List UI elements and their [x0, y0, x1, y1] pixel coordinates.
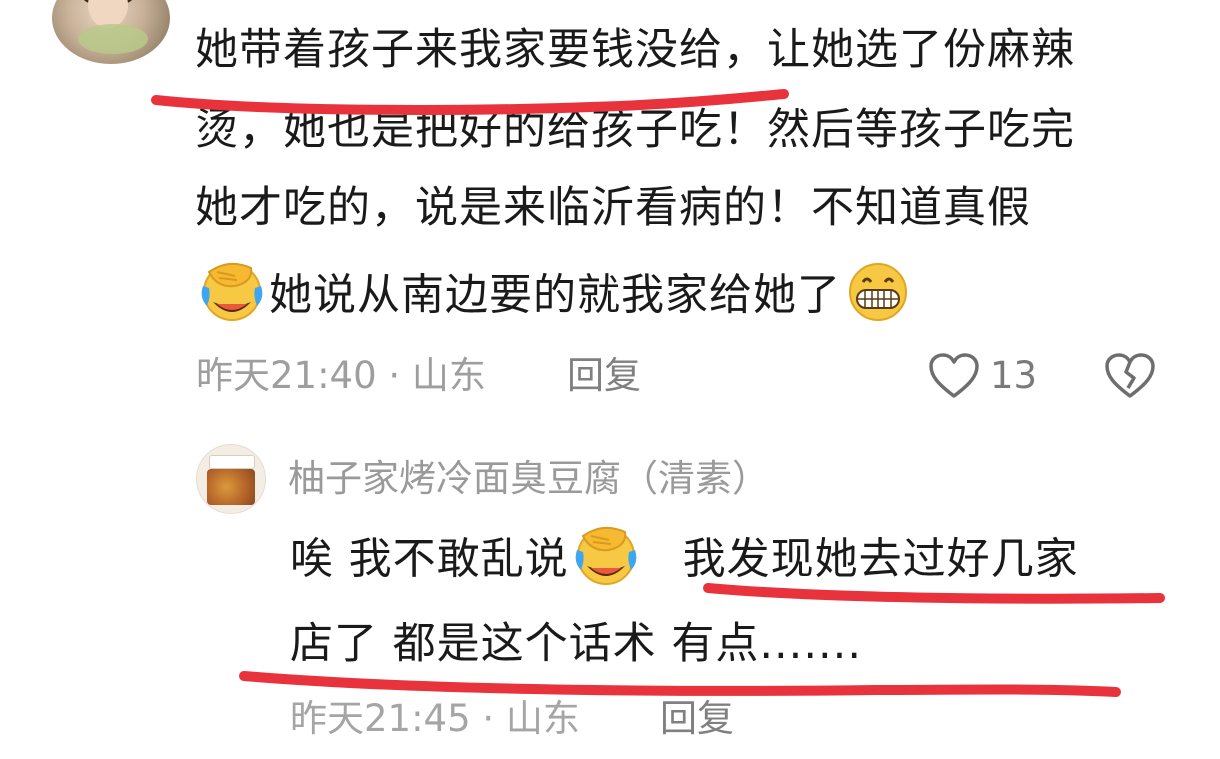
avatar[interactable] — [52, 0, 170, 64]
comment-line-4: 她说从南边要的就我家给她了 — [195, 258, 915, 338]
avatar-box-food — [207, 469, 255, 505]
heart-icon[interactable] — [928, 352, 980, 400]
reply-avatar[interactable] — [196, 444, 266, 514]
comment-line-4-text: 她说从南边要的就我家给她了 — [269, 270, 841, 321]
comment-timestamp: 昨天21:40 · 山东 — [196, 354, 486, 397]
reply-button[interactable]: 回复 — [567, 351, 641, 401]
reply-line-1-text-a: 唉 我不敢乱说 — [290, 534, 569, 585]
reply-line-1-text-b: 我发现她去过好几家 — [682, 534, 1079, 585]
reply-timestamp: 昨天21:45 · 山东 — [290, 697, 580, 740]
comment-line-3: 她才吃的，说是来临沂看病的！不知道真假 — [195, 183, 1031, 233]
avatar-scarf — [78, 24, 148, 54]
reply-line-1: 唉 我不敢乱说 我发现她去过好几家 — [290, 522, 1079, 602]
grin-emoji-icon — [841, 258, 915, 338]
comment-line-1: 她带着孩子来我家要钱没给，让她选了份麻辣 — [195, 25, 1075, 75]
facepalm-laugh-emoji-icon — [195, 258, 269, 338]
avatar-box-lid — [209, 455, 255, 469]
reply-username[interactable]: 柚子家烤冷面臭豆腐（清素） — [288, 452, 769, 506]
like-count: 13 — [990, 354, 1038, 397]
reply-reply-button[interactable]: 回复 — [660, 694, 734, 744]
facepalm-laugh-emoji-icon — [569, 522, 643, 602]
reply-line-2: 店了 都是这个话术 有点....... — [290, 619, 863, 669]
comment-line-2: 烫，她也是把好的给孩子吃！然后等孩子吃完 — [195, 105, 1075, 155]
broken-heart-icon[interactable] — [1104, 352, 1156, 400]
